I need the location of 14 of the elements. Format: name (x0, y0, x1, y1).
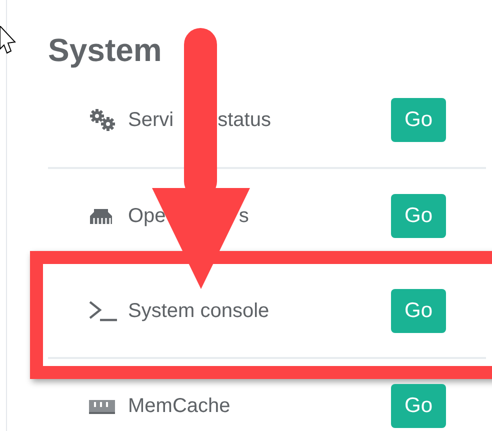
go-button[interactable]: Go (391, 194, 446, 238)
item-label: System console (128, 298, 270, 324)
item-label: s (238, 204, 249, 228)
item-label: Servi (128, 108, 174, 132)
section-title: System (48, 31, 163, 70)
gears-icon (88, 108, 118, 132)
go-button[interactable]: Go (391, 98, 446, 142)
terminal-icon (88, 300, 118, 322)
item-label: Ope (128, 204, 166, 228)
cursor-icon (0, 26, 16, 56)
go-button[interactable]: Go (391, 384, 446, 428)
item-label: status (218, 108, 271, 132)
go-button[interactable]: Go (391, 288, 446, 332)
item-label: MemCache (128, 394, 230, 418)
